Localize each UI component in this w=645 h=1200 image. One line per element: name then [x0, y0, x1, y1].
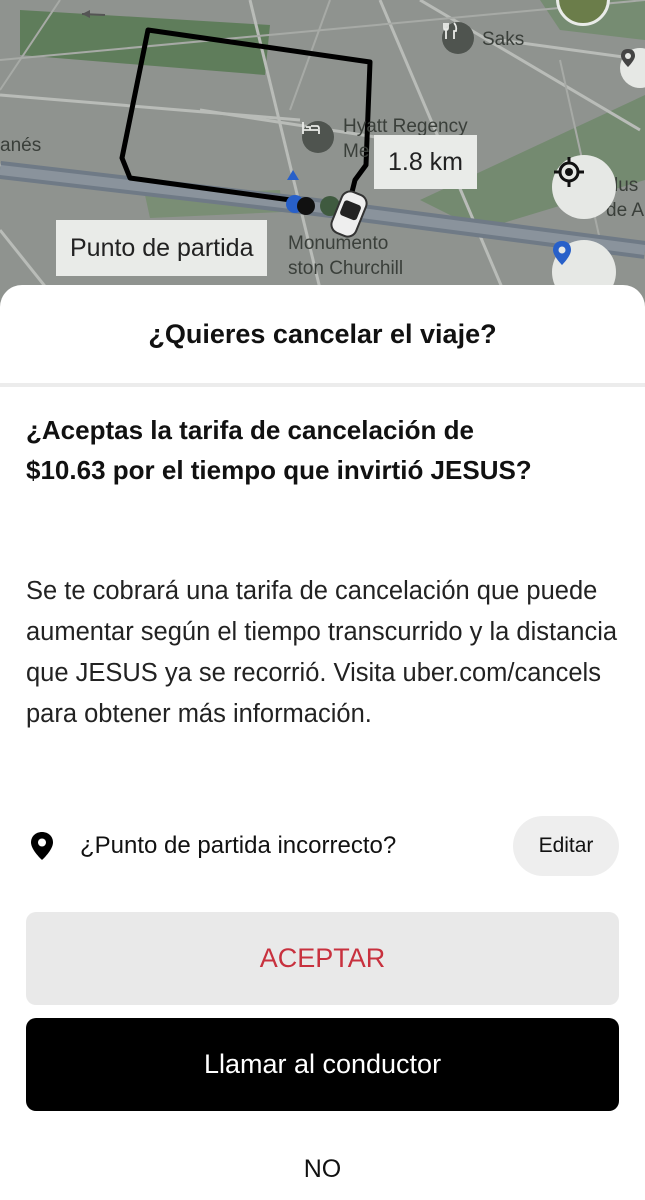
poi-monumento-line2: ston Churchill [288, 258, 404, 279]
map-view[interactable]: Saks Hyatt Regency Me anés Monumento sto… [0, 0, 645, 330]
edit-pickup-button[interactable]: Editar [513, 816, 619, 876]
pickup-chip-label: Punto de partida [70, 233, 254, 262]
poi-monumento-line1: Monumento [288, 233, 389, 254]
accept-fee-button[interactable]: ACEPTAR [26, 912, 619, 1005]
sheet-title: ¿Quieres cancelar el viaje? [0, 285, 645, 387]
recenter-button[interactable] [552, 155, 616, 219]
map-canvas [0, 0, 645, 330]
call-driver-button[interactable]: Llamar al conductor [26, 1018, 619, 1111]
wrong-pickup-row: ¿Punto de partida incorrecto? Editar [26, 816, 619, 876]
location-pin-icon [31, 832, 53, 860]
poi-saks-label: Saks [482, 29, 525, 50]
cancellation-fee-question: ¿Aceptas la tarifa de cancelación de $10… [26, 415, 532, 485]
poi-museo-line1: lus [614, 175, 639, 196]
recenter-icon [554, 157, 584, 187]
distance-chip: 1.8 km [374, 135, 477, 189]
pickup-location-chip[interactable]: Punto de partida [56, 220, 268, 276]
wrong-pickup-label: ¿Punto de partida incorrecto? [80, 832, 397, 859]
location-pin-icon [553, 241, 571, 265]
cancellation-info-text: Se te cobrará una tarifa de cancelación … [26, 577, 618, 728]
hotel-icon [302, 121, 334, 153]
poi-museo-line2: de A [606, 200, 645, 221]
poi-anes-label: anés [0, 135, 42, 156]
cancel-trip-sheet: ¿Quieres cancelar el viaje? ¿Aceptas la … [0, 285, 645, 1200]
poi-hyatt-line2: Me [343, 141, 370, 162]
restaurant-icon [442, 22, 474, 54]
decline-button[interactable]: NO [0, 1147, 645, 1191]
map-pin-icon [621, 49, 635, 67]
distance-label: 1.8 km [387, 147, 464, 176]
